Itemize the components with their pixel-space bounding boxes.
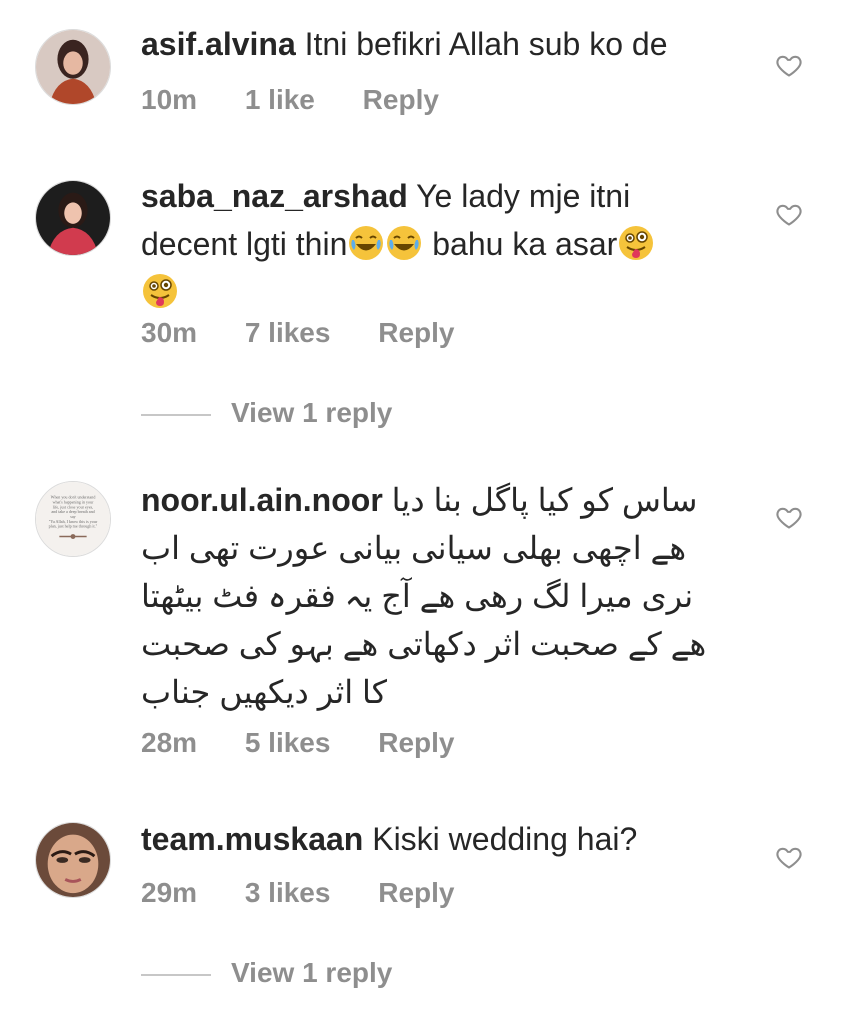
- wink-tongue-emoji-icon: [619, 226, 654, 260]
- comment-username[interactable]: saba_naz_arshad: [141, 178, 408, 214]
- comment-text: Itni befikri Allah sub ko de: [304, 26, 668, 62]
- divider: [141, 973, 211, 976]
- comment-text: Kiski wedding hai?: [372, 821, 638, 857]
- view-replies-label[interactable]: View 1 reply: [231, 397, 392, 428]
- comment-likes[interactable]: 1 like: [245, 84, 315, 116]
- view-replies-button[interactable]: View 1 reply: [141, 397, 392, 429]
- heart-outline-icon[interactable]: [774, 503, 804, 531]
- wink-tongue-emoji-icon: [143, 274, 177, 308]
- avatar[interactable]: [35, 180, 111, 256]
- divider: [141, 413, 211, 416]
- view-replies-button[interactable]: View 1 reply: [141, 957, 392, 989]
- comment-username[interactable]: team.muskaan: [141, 821, 363, 857]
- reply-button[interactable]: Reply: [378, 727, 454, 759]
- avatar[interactable]: [35, 29, 111, 105]
- comment-likes[interactable]: 7 likes: [245, 317, 331, 349]
- comment-time: 10m: [141, 84, 198, 115]
- comment-time: 30m: [141, 317, 198, 348]
- avatar[interactable]: [35, 822, 111, 898]
- comment-time: 29m: [141, 877, 198, 908]
- laugh-emoji-icon: [387, 226, 422, 260]
- comment-username[interactable]: noor.ul.ain.noor: [141, 482, 383, 518]
- heart-outline-icon[interactable]: [774, 200, 804, 228]
- reply-button[interactable]: Reply: [363, 84, 439, 116]
- comment-text: bahu ka asar: [423, 226, 618, 262]
- laugh-emoji-icon: [349, 226, 384, 260]
- reply-button[interactable]: Reply: [378, 877, 454, 909]
- avatar[interactable]: When you don't understand what's happeni…: [35, 481, 111, 557]
- reply-button[interactable]: Reply: [378, 317, 454, 349]
- comment-username[interactable]: asif.alvina: [141, 26, 296, 62]
- heart-outline-icon[interactable]: [774, 843, 804, 871]
- heart-outline-icon[interactable]: [774, 51, 804, 79]
- comment-time: 28m: [141, 727, 198, 758]
- comment-likes[interactable]: 5 likes: [245, 727, 331, 759]
- view-replies-label[interactable]: View 1 reply: [231, 957, 392, 988]
- comment-likes[interactable]: 3 likes: [245, 877, 331, 909]
